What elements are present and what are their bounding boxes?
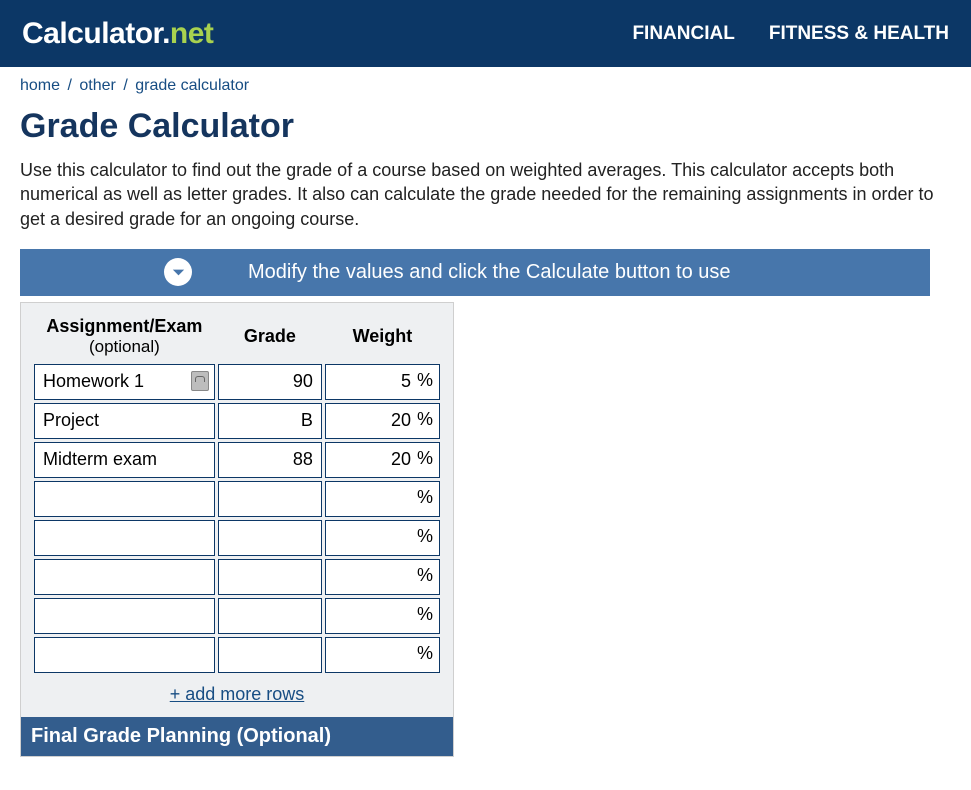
intro-text: Use this calculator to find out the grad… — [20, 158, 940, 231]
nav-financial[interactable]: FINANCIAL — [632, 23, 734, 45]
logo-right: net — [170, 17, 214, 50]
nav-fitness-health[interactable]: FITNESS & HEALTH — [769, 23, 949, 45]
table-row: % — [34, 364, 440, 400]
table-row: % — [34, 520, 440, 556]
weight-input[interactable] — [325, 637, 440, 673]
table-row: % — [34, 442, 440, 478]
page-title: Grade Calculator — [20, 107, 951, 146]
crumb-other[interactable]: other — [79, 77, 115, 94]
weight-input[interactable] — [325, 403, 440, 439]
content: home / other / grade calculator Grade Ca… — [0, 67, 971, 757]
th-weight: Weight — [325, 316, 440, 361]
assignment-input[interactable] — [34, 598, 215, 634]
weight-input[interactable] — [325, 481, 440, 517]
breadcrumb: home / other / grade calculator — [20, 77, 951, 95]
weight-input[interactable] — [325, 364, 440, 400]
grade-input[interactable] — [218, 403, 322, 439]
grade-input[interactable] — [218, 598, 322, 634]
add-more-rows-link[interactable]: + add more rows — [170, 684, 305, 704]
assignment-input[interactable] — [34, 403, 215, 439]
header: Calculator.net FINANCIAL FITNESS & HEALT… — [0, 0, 971, 67]
assignment-input[interactable] — [34, 364, 215, 400]
grade-input[interactable] — [218, 559, 322, 595]
password-manager-icon[interactable] — [191, 371, 209, 391]
logo-dot: . — [162, 17, 170, 50]
grade-input[interactable] — [218, 442, 322, 478]
weight-input[interactable] — [325, 520, 440, 556]
table-row: % — [34, 598, 440, 634]
table-row: % — [34, 403, 440, 439]
grade-input[interactable] — [218, 364, 322, 400]
instruction-bar: Modify the values and click the Calculat… — [20, 249, 930, 296]
chevron-down-circle-icon[interactable] — [164, 258, 192, 286]
grade-input[interactable] — [218, 637, 322, 673]
table-row: % — [34, 481, 440, 517]
assignment-input[interactable] — [34, 520, 215, 556]
weight-input[interactable] — [325, 598, 440, 634]
add-rows: + add more rows — [31, 684, 443, 705]
table-row: % — [34, 559, 440, 595]
weight-input[interactable] — [325, 442, 440, 478]
table-row: % — [34, 637, 440, 673]
th-assignment: Assignment/Exam (optional) — [34, 316, 215, 361]
grade-table: Assignment/Exam (optional) Grade Weight … — [31, 313, 443, 676]
assignment-input[interactable] — [34, 481, 215, 517]
weight-input[interactable] — [325, 559, 440, 595]
assignment-input[interactable] — [34, 559, 215, 595]
crumb-home[interactable]: home — [20, 77, 60, 94]
nav-links: FINANCIAL FITNESS & HEALTH — [632, 23, 949, 45]
assignment-input[interactable] — [34, 637, 215, 673]
grade-form-card: Assignment/Exam (optional) Grade Weight … — [20, 302, 454, 757]
assignment-input[interactable] — [34, 442, 215, 478]
grade-input[interactable] — [218, 520, 322, 556]
grade-input[interactable] — [218, 481, 322, 517]
final-planning-header: Final Grade Planning (Optional) — [21, 717, 453, 756]
th-grade: Grade — [218, 316, 322, 361]
crumb-sep: / — [67, 77, 71, 94]
crumb-current[interactable]: grade calculator — [135, 77, 249, 94]
crumb-sep: / — [123, 77, 127, 94]
instruction-text: Modify the values and click the Calculat… — [248, 261, 731, 284]
logo[interactable]: Calculator.net — [22, 17, 213, 51]
logo-left: Calculator — [22, 17, 162, 50]
